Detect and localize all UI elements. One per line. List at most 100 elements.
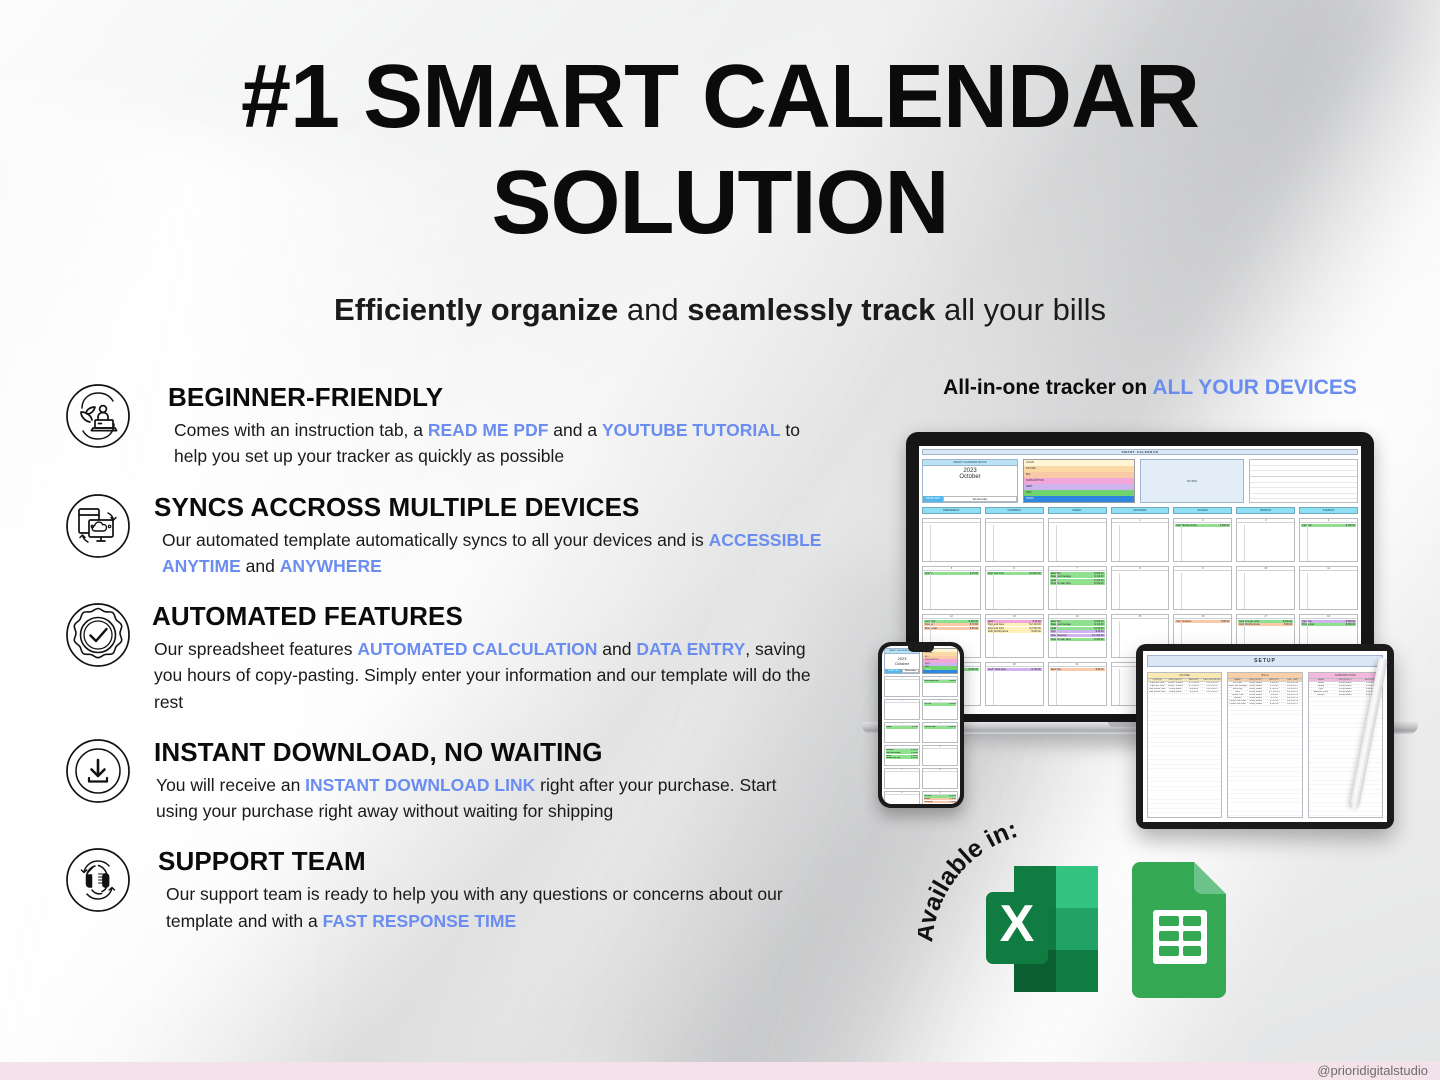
calendar-event[interactable]: Internet $ 70.00 [924,623,979,627]
start-day-select[interactable]: Wednesday [943,496,1017,502]
calendar-day-cell[interactable]: 4 Car Loan $ 450.00 [1299,518,1358,562]
calendar-day-cell[interactable]: 3 [1236,518,1296,562]
calendar-event[interactable]: Debt Monthly Extra $ 80.00 [1238,623,1294,627]
setup-cell: Paycheck Jane [1149,682,1165,684]
setup-cell: 2023-09-18 [1286,682,1299,684]
setup-cell: $ 70.00 [1270,697,1278,699]
calendar-day-cell[interactable]: 10 [1236,566,1296,610]
feature-description: Our support team is ready to help you wi… [158,881,822,934]
calendar-event[interactable]: Water and Sewage $ 110.00 [1049,575,1105,579]
setup-cell: $ 750.00 [1269,700,1279,702]
calendar-day-cell[interactable]: 2 Debt Monthly Extra $ 600.00 [1173,518,1233,562]
event-amount: $ 169.00 [1094,626,1104,630]
phone-day-cell: 4 Car Loan $ 450.00 [922,699,958,720]
setup-cell: Every 2 Weeks [1168,682,1183,684]
calendar-day-cell[interactable]: 9 [1173,566,1233,610]
phone-day-cell: 9 [884,768,920,789]
setup-column-header: AMOUNT [1269,679,1279,681]
calendar-event[interactable]: Netflix $ 169.00 [1049,578,1105,582]
calendar-event[interactable]: Water and Sewage $ 110.00 [1049,623,1105,627]
calendar-event[interactable]: Student Loan John $ 430.00 [1238,619,1294,623]
excel-logo-letter: X [1000,895,1035,953]
legend-row: TODAY [1024,496,1134,502]
calendar-event[interactable]: Debt Monthly Extra $ 600.00 [1175,523,1231,527]
event-name: Netflix [987,619,995,623]
calendar-event[interactable]: Electricity $ 160.00 [1049,619,1105,623]
calendar-event[interactable]: Car Loan $ 450.00 [1301,523,1356,527]
notes-lines[interactable] [1249,459,1358,503]
feature-description: You will receive an INSTANT DOWNLOAD LIN… [154,772,822,825]
calendar-event[interactable]: Credit Card Jane $ 750.00 [986,667,1042,671]
calendar-day-cell[interactable]: 13 Netflix $ 15.00 Paycheck Jane $ 2,100.00 P… [984,614,1044,658]
calendar-event[interactable]: Car Loan $ 450.00 [1301,619,1356,623]
day-number: 11 [1300,567,1357,571]
calendar-day-cell[interactable] [922,518,981,562]
calendar-day-cell[interactable]: 11 [1299,566,1358,610]
calendar-event[interactable]: Paycheck John $ 2,500.00 [986,626,1042,630]
event-amount: $ 250.00 [968,667,978,671]
calendar-day-cell[interactable]: 14 Electricity $ 160.00 Water and Sewage $ 1… [1047,614,1107,658]
calendar-day-cell[interactable]: 6 Paycheck John $ 2,500.00 [984,566,1044,610]
calendar-day-cell[interactable]: 8 [1110,566,1170,610]
day-number: 7 [1048,567,1106,571]
calendar-day-cell[interactable]: 7 Electricity $ 160.00 Water and Sewage $ 11… [1047,566,1107,610]
event-amount: $ 1,200.00 [1092,633,1104,637]
calendar-event[interactable]: Car Insurance $ 85.00 [1175,619,1231,623]
calendar-event[interactable]: Debt Monthly Extra $ 600.00 [986,630,1042,634]
event-name: Phone plan [925,626,938,630]
setup-cell: Every Month [1169,691,1182,693]
setup-cell: Every 2 Weeks [1168,685,1183,687]
calendar-day-cell[interactable]: 5 Spotify $ 15.00 [922,566,981,610]
calendar-day-cell[interactable]: 20 Credit Card Jane $ 750.00 [984,662,1044,706]
day-number: 17 [1237,615,1295,619]
setup-table[interactable]: INCOME SOURCE FREQUENCY AMOUNT LAST RECEIVED… [1147,672,1223,818]
calendar-event[interactable]: Phone plan $ 380.00 [1301,623,1356,627]
phone-event: Phone plan $ 55.00 [923,800,957,803]
year-value[interactable]: 2023 [923,466,1017,474]
page-title: #1 SMART CALENDAR SOLUTION [0,44,1440,256]
month-select[interactable]: October [923,474,1017,480]
event-name: Car Loan [1302,619,1312,623]
setup-cell: Every Month [1249,700,1262,702]
setup-cell: Water and Sewage [1228,685,1247,687]
event-name: Student Loan Jane [1050,637,1071,641]
sheet-title: SMART CALENDAR [922,449,1358,455]
support-headset-hand-icon [62,844,134,916]
calendar-event[interactable]: Paycheck Jane $ 2,100.00 [986,623,1042,627]
setup-cell: $ 2,500.00 [1188,685,1199,687]
event-name: Gym [1050,630,1056,634]
calendar-event[interactable]: Paycheck John $ 2,500.00 [986,571,1042,575]
calendar-day-cell[interactable] [1047,518,1107,562]
calendar-event[interactable]: Electricity $ 90.00 [1049,667,1105,671]
event-amount: $ 450.00 [1345,523,1355,527]
calendar-event[interactable]: Electricity $ 160.00 [1049,571,1105,575]
calendar-event[interactable]: Spotify $ 15.00 [924,571,979,575]
calendar-event[interactable]: Phone plan $ 55.00 [924,626,979,630]
calendar-day-cell[interactable]: 21 Electricity $ 90.00 [1047,662,1107,706]
event-name: Phone plan [1302,623,1315,627]
calendar-event[interactable]: Student Loan Jane $ 320.00 [1049,582,1105,586]
setup-table[interactable]: BILLS NAME FREQUENCY AMOUNT LAST PAID Car Loa… [1227,672,1303,818]
event-name: Water and Sewage [1050,623,1071,627]
notes-panel[interactable]: NOTES [1140,459,1244,503]
calendar-event[interactable]: Student Loan Jane $ 250.00 [1049,637,1105,641]
weekday-header: FRIDAY [1047,507,1107,514]
calendar-event[interactable]: Netflix $ 15.00 [986,619,1042,623]
calendar-event[interactable]: Netflix $ 169.00 [1049,626,1105,630]
setup-cell: 2023-09-07 [1286,685,1299,687]
phone-screen: SMART CALENDAR SETUP 2023 October START … [882,646,960,804]
calendar-event[interactable]: Gym $ 45.00 [1049,630,1105,634]
subtitle-tail: all your bills [935,292,1106,327]
phone-event: Spotify $ 15.00 [885,726,919,729]
feature-item-syncs-across-devices: SYNCS ACCROSS MULTIPLE DEVICES Our autom… [62,488,822,580]
highlight-text: READ ME PDF [427,420,549,440]
event-name: Car Loan [1302,523,1312,527]
event-amount: $ 320.00 [1094,582,1104,586]
calendar-event[interactable]: Groceries $ 450.00 [924,619,979,623]
calendar-day-cell[interactable]: 1 [1110,518,1170,562]
setup-cell: Every Month [1339,682,1352,684]
phone-calendar-grid: 1 2 Debt Monthly Extra $ 600.00 3 4 Car Loan $ … [882,674,960,804]
devices-head-highlight: ALL YOUR DEVICES [1152,376,1357,399]
calendar-event[interactable]: Other Expense $ 1,200.00 [1049,633,1105,637]
calendar-day-cell[interactable] [984,518,1044,562]
